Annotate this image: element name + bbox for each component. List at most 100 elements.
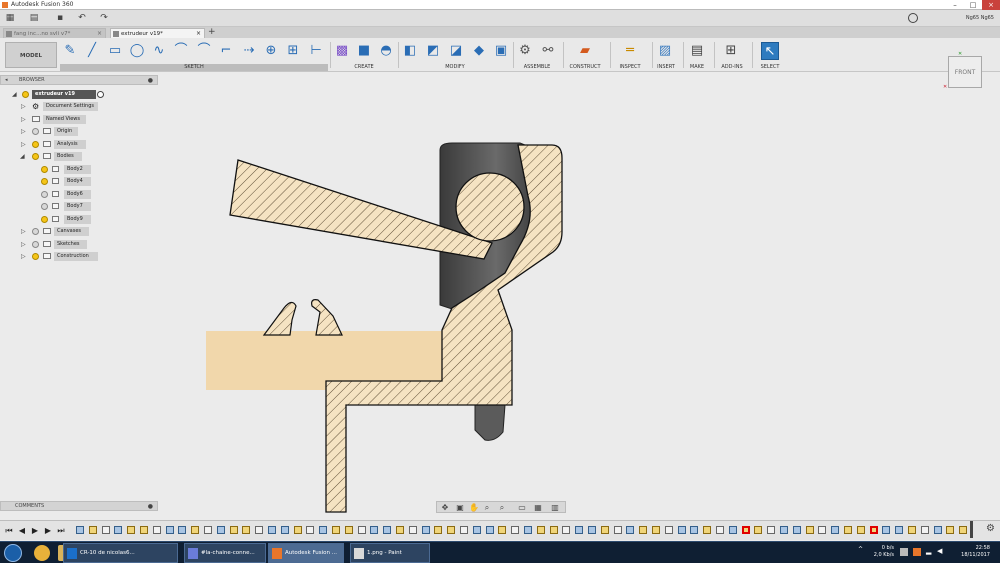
press-pull-icon[interactable]: ◧	[401, 42, 419, 60]
visibility-bulb-icon[interactable]	[32, 141, 39, 148]
inspect-menu[interactable]: INSPECT	[611, 64, 649, 71]
timeline-feature-icon[interactable]	[588, 526, 596, 534]
timeline-feature-icon[interactable]	[818, 526, 827, 534]
timeline-feature-icon[interactable]	[88, 526, 97, 534]
collapse-icon[interactable]: ◂	[5, 76, 8, 85]
assemble-menu[interactable]: ASSEMBLE	[514, 64, 560, 71]
look-at-icon[interactable]: ▣	[455, 503, 465, 512]
print-3d-icon[interactable]: ▤	[688, 42, 706, 60]
timeline-feature-icon[interactable]	[447, 526, 456, 534]
timeline-feature-icon[interactable]	[536, 526, 545, 534]
timeline-feature-icon[interactable]	[485, 526, 494, 534]
timeline-feature-icon[interactable]	[946, 526, 955, 534]
timeline-feature-icon[interactable]	[332, 526, 340, 534]
timeline-feature-icon[interactable]	[114, 526, 123, 534]
visibility-bulb-icon[interactable]	[41, 203, 48, 210]
timeline-feature-icon[interactable]	[562, 526, 571, 534]
scripts-addins-icon[interactable]: ⊞	[722, 42, 740, 60]
timeline-feature-icon[interactable]	[511, 526, 520, 534]
start-button-icon[interactable]	[4, 544, 22, 562]
timeline-feature-icon[interactable]	[344, 526, 353, 534]
timeline-feature-icon[interactable]	[524, 526, 532, 534]
tree-named-views[interactable]: Named Views	[43, 115, 86, 124]
timeline-feature-icon[interactable]	[869, 526, 878, 534]
zoom-icon[interactable]: ⌕	[482, 503, 492, 512]
user-name[interactable]: Ng65 Ng65	[966, 10, 994, 27]
display-settings-icon[interactable]: ▭	[517, 503, 527, 512]
trim-icon[interactable]: ⇢	[240, 42, 258, 60]
timeline-feature-icon[interactable]	[357, 526, 366, 534]
line-icon[interactable]: ╱	[83, 42, 101, 60]
add-ins-menu[interactable]: ADD-INS	[715, 64, 749, 71]
timeline-feature-icon[interactable]	[140, 526, 148, 534]
timeline-feature-icon[interactable]	[306, 526, 315, 534]
timeline-feature-icon[interactable]	[178, 526, 187, 534]
timeline-feature-icon[interactable]	[831, 526, 840, 534]
timeline-feature-icon[interactable]	[383, 526, 392, 534]
orbit-icon[interactable]: ✥	[440, 503, 450, 512]
expand-arrow-icon[interactable]: ▷	[21, 252, 26, 261]
timeline-next-button[interactable]: ▶	[43, 525, 53, 537]
timeline-feature-icon[interactable]	[792, 526, 801, 534]
timeline-feature-icon[interactable]	[229, 526, 238, 534]
save-icon[interactable]: ▪	[54, 13, 66, 24]
expand-arrow-icon[interactable]: ▷	[21, 102, 26, 111]
spline-icon[interactable]: ∿	[150, 42, 168, 60]
fillet-icon[interactable]: ⌐	[217, 42, 235, 60]
tree-body[interactable]: Body9	[64, 215, 91, 224]
shell-icon[interactable]: ◆	[470, 42, 488, 60]
timeline-end-button[interactable]: ⏭	[56, 525, 66, 537]
arc-icon[interactable]: ⌒	[172, 42, 190, 60]
timeline-feature-icon[interactable]	[882, 526, 891, 534]
timeline-feature-icon[interactable]	[920, 526, 929, 534]
offset-plane-icon[interactable]: ▰	[576, 42, 594, 60]
pin-icon[interactable]: ●	[148, 502, 153, 511]
collapse-arrow-icon[interactable]: ◢	[20, 152, 25, 161]
timeline-feature-icon[interactable]	[754, 526, 763, 534]
tree-canvases[interactable]: Canvases	[54, 227, 89, 236]
insert-image-icon[interactable]: ▨	[656, 42, 674, 60]
timeline-feature-icon[interactable]	[549, 526, 558, 534]
visibility-bulb-icon[interactable]	[41, 166, 48, 173]
tray-expand-icon[interactable]: ^	[858, 546, 863, 553]
timeline-feature-icon[interactable]	[767, 526, 776, 534]
viewports-icon[interactable]: ▥	[550, 503, 560, 512]
timeline-feature-icon[interactable]	[664, 526, 673, 534]
timeline-feature-icon[interactable]	[959, 526, 968, 534]
create-sketch-icon[interactable]: ✎	[61, 42, 79, 60]
create-form-icon[interactable]: ▩	[333, 42, 351, 60]
timeline-feature-icon[interactable]	[895, 526, 904, 534]
tree-document-settings[interactable]: Document Settings	[43, 102, 98, 111]
timeline-feature-icon[interactable]	[76, 526, 84, 534]
timeline-feature-icon[interactable]	[626, 526, 635, 534]
taskbar-item-paint[interactable]: 1.png - Paint	[350, 543, 430, 563]
timeline-feature-icon[interactable]	[805, 526, 814, 534]
timeline-marker[interactable]	[970, 521, 973, 538]
tree-body[interactable]: Body4	[64, 177, 91, 186]
timeline-settings-icon[interactable]: ⚙	[986, 523, 995, 534]
clock[interactable]: 22:58 18/11/2017	[950, 545, 990, 559]
tree-body[interactable]: Body7	[64, 202, 91, 211]
comments-panel-header[interactable]: COMMENTS ●	[0, 501, 158, 511]
chrome-icon[interactable]	[34, 545, 50, 561]
pin-icon[interactable]: ●	[148, 76, 153, 85]
timeline-feature-icon[interactable]	[844, 526, 852, 534]
measure-icon[interactable]: ═	[621, 42, 639, 60]
timeline-feature-icon[interactable]	[434, 526, 443, 534]
timeline-feature-icon[interactable]	[127, 526, 136, 534]
timeline-feature-icon[interactable]	[933, 526, 942, 534]
timeline-feature-icon[interactable]	[498, 526, 507, 534]
timeline-feature-icon[interactable]	[204, 526, 212, 534]
timeline-feature-icon[interactable]	[101, 526, 110, 534]
timeline-feature-icon[interactable]	[152, 526, 161, 534]
redo-icon[interactable]: ↷	[98, 13, 110, 24]
timeline-feature-icon[interactable]	[165, 526, 174, 534]
visibility-bulb-icon[interactable]	[22, 91, 29, 98]
timeline-feature-icon[interactable]	[716, 526, 724, 534]
tree-body[interactable]: Body6	[64, 190, 91, 199]
mirror-icon[interactable]: ⊞	[284, 42, 302, 60]
timeline-feature-icon[interactable]	[293, 526, 302, 534]
visibility-bulb-icon[interactable]	[32, 153, 39, 160]
file-menu-icon[interactable]: ▤	[28, 13, 40, 24]
select-icon[interactable]: ↖	[761, 42, 779, 60]
